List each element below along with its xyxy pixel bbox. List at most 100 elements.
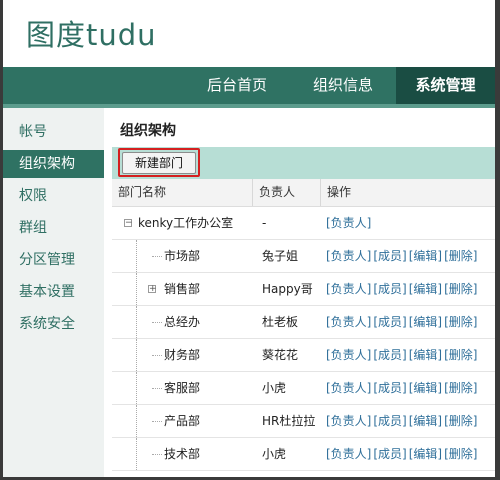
tab-org-info[interactable]: 组织信息 xyxy=(293,67,393,104)
column-header-lead: 负责人 xyxy=(252,179,320,206)
collapse-toggle-icon[interactable]: − xyxy=(124,219,133,228)
table-row: 总经办 杜老板 [负责人] [成员] [编辑] [删除] xyxy=(112,306,495,339)
edit-link[interactable]: [编辑] xyxy=(409,414,442,428)
members-link[interactable]: [成员] xyxy=(373,282,406,296)
sidebar-item-system-security[interactable]: 系统安全 xyxy=(3,310,104,338)
tree-line xyxy=(136,273,138,305)
tab-admin-home[interactable]: 后台首页 xyxy=(189,67,285,104)
department-name: 总经办 xyxy=(164,315,201,329)
tree-line xyxy=(136,372,138,404)
department-name: 产品部 xyxy=(164,414,201,428)
members-link[interactable]: [成员] xyxy=(373,381,406,395)
tree-line xyxy=(136,240,138,272)
tree-branch xyxy=(152,421,162,423)
set-lead-link[interactable]: [负责人] xyxy=(326,414,371,428)
column-header-name: 部门名称 xyxy=(118,185,167,199)
delete-link[interactable]: [删除] xyxy=(444,282,477,296)
delete-link[interactable]: [删除] xyxy=(444,414,477,428)
page-title: 组织架构 xyxy=(120,123,176,139)
logo-cn: 图度 xyxy=(26,18,87,52)
edit-link[interactable]: [编辑] xyxy=(409,315,442,329)
department-name: kenky工作办公室 xyxy=(138,216,234,230)
table-row: 客服部 小虎 [负责人] [成员] [编辑] [删除] xyxy=(112,372,495,405)
department-name: 客服部 xyxy=(164,381,201,395)
tree-line xyxy=(136,405,138,437)
delete-link[interactable]: [删除] xyxy=(444,447,477,461)
row-actions: [负责人] [成员] [编辑] [删除] xyxy=(318,372,495,404)
members-link[interactable]: [成员] xyxy=(373,348,406,362)
tree-line xyxy=(136,339,138,371)
sidebar-item-permissions[interactable]: 权限 xyxy=(3,182,104,210)
edit-link[interactable]: [编辑] xyxy=(409,381,442,395)
sidebar-item-basic-settings[interactable]: 基本设置 xyxy=(3,278,104,306)
table-row: 市场部 兔子姐 [负责人] [成员] [编辑] [删除] xyxy=(112,240,495,273)
row-actions: [负责人] [成员] [编辑] [删除] xyxy=(318,240,495,272)
row-actions: [负责人] xyxy=(318,207,495,239)
row-actions: [负责人] [成员] [编辑] [删除] xyxy=(318,306,495,338)
department-lead: 杜老板 xyxy=(262,315,299,329)
table-row: + 销售部 Happy哥 [负责人] [成员] [编辑] [删除] xyxy=(112,273,495,306)
row-actions: [负责人] [成员] [编辑] [删除] xyxy=(318,339,495,371)
department-name: 技术部 xyxy=(164,447,201,461)
expand-toggle-icon[interactable]: + xyxy=(148,285,157,294)
tree-branch xyxy=(152,322,162,324)
department-name: 销售部 xyxy=(164,282,201,296)
edit-link[interactable]: [编辑] xyxy=(409,348,442,362)
department-lead: 小虎 xyxy=(262,447,287,461)
delete-link[interactable]: [删除] xyxy=(444,315,477,329)
table-row: − kenky工作办公室 - [负责人] xyxy=(112,207,495,240)
department-lead: 葵花花 xyxy=(262,348,299,362)
header: 图度tudu xyxy=(3,0,495,67)
department-table: 部门名称 负责人 操作 − kenky工作办公室 - [负责人] 市场部 兔子姐… xyxy=(112,179,495,471)
tree-line xyxy=(136,306,138,338)
department-lead: Happy哥 xyxy=(262,282,313,296)
row-actions: [负责人] [成员] [编辑] [删除] xyxy=(318,405,495,437)
delete-link[interactable]: [删除] xyxy=(444,249,477,263)
tree-branch xyxy=(152,256,162,258)
sidebar-item-groups[interactable]: 群组 xyxy=(3,214,104,242)
row-actions: [负责人] [成员] [编辑] [删除] xyxy=(318,438,495,470)
table-row: 技术部 小虎 [负责人] [成员] [编辑] [删除] xyxy=(112,438,495,471)
logo-en: tudu xyxy=(86,18,157,52)
set-lead-link[interactable]: [负责人] xyxy=(326,315,371,329)
sidebar-item-account[interactable]: 帐号 xyxy=(3,118,104,146)
tab-system-management[interactable]: 系统管理 xyxy=(396,67,495,104)
table-header: 部门名称 负责人 操作 xyxy=(112,179,495,207)
sidebar-item-org-structure[interactable]: 组织架构 xyxy=(3,150,104,178)
row-actions: [负责人] [成员] [编辑] [删除] xyxy=(318,273,495,305)
toolbar: 新建部门 xyxy=(112,147,495,179)
set-lead-link[interactable]: [负责人] xyxy=(326,447,371,461)
edit-link[interactable]: [编辑] xyxy=(409,447,442,461)
set-lead-link[interactable]: [负责人] xyxy=(326,282,371,296)
tree-line xyxy=(136,438,138,470)
tree-branch xyxy=(152,454,162,456)
set-lead-link[interactable]: [负责人] xyxy=(326,249,371,263)
set-lead-link[interactable]: [负责人] xyxy=(326,216,371,230)
members-link[interactable]: [成员] xyxy=(373,249,406,263)
department-lead: 兔子姐 xyxy=(262,249,299,263)
column-header-actions: 操作 xyxy=(320,179,495,206)
members-link[interactable]: [成员] xyxy=(373,414,406,428)
highlight-box xyxy=(118,148,200,177)
tree-branch xyxy=(152,355,162,357)
logo: 图度tudu xyxy=(26,12,157,54)
department-name: 市场部 xyxy=(164,249,201,263)
sidebar-item-zone-management[interactable]: 分区管理 xyxy=(3,246,104,274)
department-lead: - xyxy=(262,216,267,230)
department-name: 财务部 xyxy=(164,348,201,362)
delete-link[interactable]: [删除] xyxy=(444,348,477,362)
top-nav: 后台首页 组织信息 系统管理 xyxy=(3,67,495,104)
sidebar: 帐号 组织架构 权限 群组 分区管理 基本设置 系统安全 xyxy=(3,108,104,477)
set-lead-link[interactable]: [负责人] xyxy=(326,348,371,362)
tree-branch xyxy=(152,388,162,390)
app-window: 图度tudu 后台首页 组织信息 系统管理 帐号 组织架构 权限 群组 分区管理… xyxy=(3,0,495,477)
edit-link[interactable]: [编辑] xyxy=(409,282,442,296)
table-row: 产品部 HR杜拉拉 [负责人] [成员] [编辑] [删除] xyxy=(112,405,495,438)
members-link[interactable]: [成员] xyxy=(373,315,406,329)
main-panel: 组织架构 新建部门 部门名称 负责人 操作 − kenky工作办公室 - [负责… xyxy=(104,108,495,477)
members-link[interactable]: [成员] xyxy=(373,447,406,461)
delete-link[interactable]: [删除] xyxy=(444,381,477,395)
edit-link[interactable]: [编辑] xyxy=(409,249,442,263)
department-lead: HR杜拉拉 xyxy=(262,414,316,428)
set-lead-link[interactable]: [负责人] xyxy=(326,381,371,395)
